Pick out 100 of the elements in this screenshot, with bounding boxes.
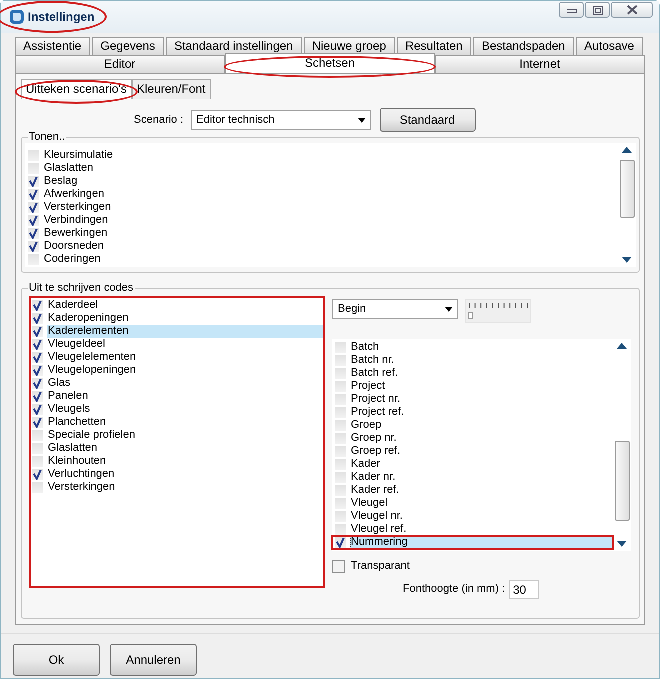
list-item[interactable]: Beslag bbox=[43, 175, 79, 188]
list-item[interactable]: Afwerkingen bbox=[43, 188, 106, 201]
checkbox[interactable] bbox=[28, 228, 39, 239]
tab[interactable]: Gegevens bbox=[92, 37, 164, 55]
position-dropdown[interactable]: Begin bbox=[332, 299, 458, 319]
list-item[interactable]: Versterkingen bbox=[43, 201, 112, 214]
checkbox[interactable] bbox=[32, 443, 43, 454]
checkbox[interactable] bbox=[32, 456, 43, 467]
checkbox[interactable] bbox=[32, 482, 43, 493]
ok-button[interactable]: Ok bbox=[13, 644, 100, 676]
list-item[interactable]: Vleugel nr. bbox=[350, 510, 404, 523]
checkbox[interactable] bbox=[32, 417, 43, 428]
list-item[interactable]: Batch ref. bbox=[350, 367, 400, 380]
checkbox[interactable] bbox=[335, 498, 346, 509]
tab[interactable]: Editor bbox=[15, 55, 225, 73]
list-item[interactable]: Panelen bbox=[47, 390, 90, 403]
list-item[interactable]: Kader ref. bbox=[350, 484, 400, 497]
checkbox[interactable] bbox=[32, 469, 43, 480]
maximize-button[interactable] bbox=[585, 2, 610, 18]
list-item[interactable]: Batch bbox=[350, 341, 380, 354]
checkbox[interactable] bbox=[335, 381, 346, 392]
minimize-button[interactable] bbox=[559, 2, 584, 18]
checkbox[interactable] bbox=[32, 378, 43, 389]
checkbox[interactable] bbox=[28, 202, 39, 213]
standard-button[interactable]: Standaard bbox=[380, 108, 476, 132]
checkbox[interactable] bbox=[332, 560, 345, 573]
list-item[interactable]: Kaderelementen bbox=[47, 325, 325, 338]
scroll-down-icon[interactable] bbox=[622, 257, 632, 263]
list-item[interactable]: Verluchtingen bbox=[47, 468, 116, 481]
checkbox[interactable] bbox=[32, 339, 43, 350]
scenario-dropdown[interactable]: Editor technisch bbox=[190, 110, 371, 130]
checkbox[interactable] bbox=[335, 446, 346, 457]
list-item[interactable]: Glaslatten bbox=[43, 162, 95, 175]
list-item[interactable]: Kaderopeningen bbox=[47, 312, 130, 325]
scroll-up-icon[interactable] bbox=[622, 147, 632, 153]
checkbox[interactable] bbox=[28, 254, 39, 265]
checkbox[interactable] bbox=[32, 352, 43, 363]
list-item[interactable]: Project ref. bbox=[350, 406, 406, 419]
tab[interactable]: Kleuren/Font bbox=[132, 79, 211, 99]
checkbox[interactable] bbox=[335, 485, 346, 496]
checkbox[interactable] bbox=[28, 189, 39, 200]
checkbox[interactable] bbox=[335, 524, 346, 535]
list-item[interactable]: Project bbox=[350, 380, 386, 393]
checkbox[interactable] bbox=[335, 394, 346, 405]
checkbox[interactable] bbox=[32, 313, 43, 324]
checkbox[interactable] bbox=[32, 430, 43, 441]
checkbox[interactable] bbox=[335, 368, 346, 379]
list-item[interactable]: Groep nr. bbox=[350, 432, 398, 445]
tab[interactable]: Assistentie bbox=[15, 37, 90, 55]
list-item[interactable]: Doorsneden bbox=[43, 240, 105, 253]
checkbox[interactable] bbox=[335, 355, 346, 366]
list-item[interactable]: Planchetten bbox=[47, 416, 108, 429]
list-item[interactable]: Vleugels bbox=[47, 403, 92, 416]
list-item[interactable]: Project nr. bbox=[350, 393, 402, 406]
tab[interactable]: Bestandspaden bbox=[473, 37, 574, 55]
list-item[interactable]: Vleugel ref. bbox=[350, 523, 408, 536]
scroll-up-icon[interactable] bbox=[617, 343, 627, 349]
scrollbar-thumb[interactable] bbox=[614, 441, 630, 521]
list-item[interactable]: Kaderdeel bbox=[47, 299, 100, 312]
list-item[interactable]: Vleugelelementen bbox=[47, 351, 138, 364]
list-item[interactable]: Kleursimulatie bbox=[43, 149, 114, 162]
list-item[interactable]: Kader bbox=[350, 458, 382, 471]
close-button[interactable] bbox=[611, 2, 653, 18]
cancel-button[interactable]: Annuleren bbox=[110, 644, 197, 676]
tab[interactable]: Standaard instellingen bbox=[166, 37, 302, 55]
tab[interactable]: Resultaten bbox=[396, 37, 472, 55]
checkbox[interactable] bbox=[32, 391, 43, 402]
list-item[interactable]: Glas bbox=[47, 377, 72, 390]
checkbox[interactable] bbox=[335, 342, 346, 353]
scroll-down-icon[interactable] bbox=[617, 541, 627, 547]
list-item[interactable]: Speciale profielen bbox=[47, 429, 136, 442]
tab[interactable]: Autosave bbox=[576, 37, 644, 55]
checkbox[interactable] bbox=[28, 241, 39, 252]
slider-thumb[interactable] bbox=[468, 312, 473, 319]
list-item[interactable]: Coderingen bbox=[43, 253, 102, 266]
tab[interactable]: Internet bbox=[435, 55, 645, 73]
list-item[interactable]: Versterkingen bbox=[47, 481, 116, 494]
list-item[interactable]: Kleinhouten bbox=[47, 455, 108, 468]
list-item[interactable]: Vleugelopeningen bbox=[47, 364, 138, 377]
list-item[interactable]: Kader nr. bbox=[350, 471, 397, 484]
list-item[interactable]: Vleugel bbox=[350, 497, 389, 510]
list-item[interactable]: Verbindingen bbox=[43, 214, 110, 227]
checkbox[interactable] bbox=[335, 537, 346, 548]
checkbox[interactable] bbox=[335, 459, 346, 470]
checkbox[interactable] bbox=[335, 472, 346, 483]
checkbox[interactable] bbox=[335, 420, 346, 431]
tab[interactable]: Uitteken scenario's bbox=[21, 79, 132, 99]
list-item[interactable]: Glaslatten bbox=[47, 442, 99, 455]
checkbox[interactable] bbox=[335, 433, 346, 444]
font-height-field[interactable]: 30 bbox=[509, 580, 540, 599]
tab[interactable]: Schetsen bbox=[225, 53, 435, 73]
scrollbar-thumb[interactable] bbox=[620, 160, 634, 218]
list-item[interactable]: Batch nr. bbox=[350, 354, 396, 367]
checkbox[interactable] bbox=[28, 150, 39, 161]
checkbox[interactable] bbox=[28, 163, 39, 174]
checkbox[interactable] bbox=[335, 407, 346, 418]
checkbox[interactable] bbox=[28, 215, 39, 226]
list-item[interactable]: Vleugeldeel bbox=[47, 338, 106, 351]
checkbox[interactable] bbox=[335, 511, 346, 522]
list-item[interactable]: Groep bbox=[350, 419, 383, 432]
